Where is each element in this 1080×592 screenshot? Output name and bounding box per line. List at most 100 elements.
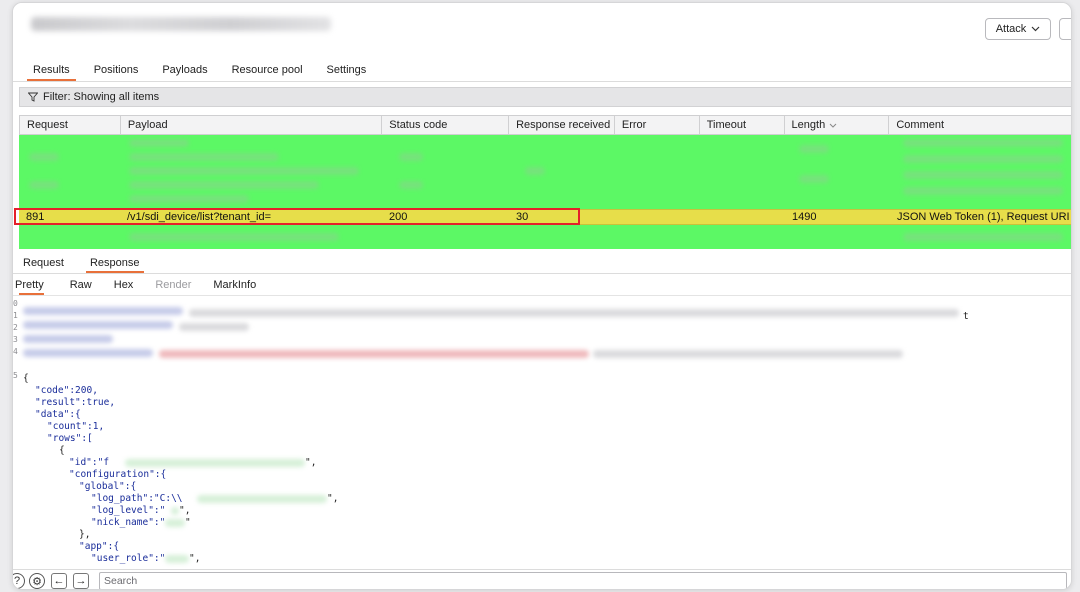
redacted-cell (129, 139, 189, 147)
redacted-cell (799, 175, 829, 183)
redacted-header (23, 321, 173, 329)
tab-settings[interactable]: Settings (315, 59, 379, 81)
json-line: "global":{ (79, 481, 137, 492)
redacted-header (159, 350, 589, 358)
json-line: "rows":[ (47, 433, 93, 444)
redacted-cell (129, 167, 359, 175)
view-tabs: Pretty Raw Hex Render MarkInfo (13, 275, 1071, 295)
column-comment[interactable]: Comment (889, 116, 1071, 134)
json-line: }, (79, 529, 91, 540)
cell-error (615, 210, 700, 225)
redacted-cell (399, 181, 423, 189)
rr-divider (13, 273, 1071, 274)
tab-request[interactable]: Request (13, 253, 74, 273)
tab-render: Render (155, 279, 192, 291)
tab-payloads[interactable]: Payloads (150, 59, 219, 81)
json-line: "user_role":" (91, 553, 166, 564)
help-icon[interactable]: ? (13, 573, 25, 589)
line-number: 5 (13, 371, 18, 380)
redacted-header (593, 350, 903, 358)
search-input[interactable] (99, 572, 1067, 589)
redacted-header (179, 323, 249, 331)
redacted-cell (129, 181, 319, 189)
arrow-left-icon[interactable]: ← (51, 573, 67, 589)
json-line: ", (327, 493, 339, 504)
tab-markinfo[interactable]: MarkInfo (203, 275, 266, 295)
redacted-cell (903, 171, 1063, 179)
results-table-body[interactable]: 891 /v1/sdi_device/list?tenant_id= 200 3… (19, 135, 1071, 249)
column-error[interactable]: Error (615, 116, 700, 134)
cell-length: 1490 (792, 211, 817, 223)
line-number: 1 (13, 311, 18, 320)
redacted-value (165, 519, 185, 527)
line-number: 2 (13, 323, 18, 332)
redacted-cell (799, 145, 829, 153)
response-body[interactable]: 0 1 2 3 4 5 t { "code":200, "result":tru… (13, 297, 1071, 567)
redacted-header (189, 309, 959, 317)
json-line: "app":{ (79, 541, 120, 552)
table-row-highlighted[interactable]: 891 /v1/sdi_device/list?tenant_id= 200 3… (19, 209, 1071, 225)
json-line: "code":200, (35, 385, 98, 396)
tab-raw[interactable]: Raw (60, 275, 102, 295)
redacted-cell (903, 187, 1063, 195)
filter-bar[interactable]: Filter: Showing all items (19, 87, 1071, 107)
request-response-tabs: Request Response (13, 253, 1071, 273)
header-fragment: t (963, 311, 969, 322)
chevron-down-icon (829, 123, 837, 128)
redacted-cell (129, 195, 249, 203)
redacted-title (31, 17, 331, 31)
redacted-cell (129, 153, 279, 161)
redacted-cell (129, 233, 339, 241)
json-line: ", (305, 457, 317, 468)
redacted-cell (903, 155, 1063, 163)
column-payload[interactable]: Payload (121, 116, 383, 134)
column-timeout[interactable]: Timeout (700, 116, 785, 134)
tab-hex[interactable]: Hex (104, 275, 144, 295)
cell-request: 891 (26, 211, 45, 223)
redacted-cell (525, 167, 545, 175)
json-line: ", (179, 505, 191, 516)
json-line: "id":"f (69, 457, 110, 468)
redacted-value (165, 555, 189, 563)
json-line: "result":true, (35, 397, 116, 408)
arrow-right-icon[interactable]: → (73, 573, 89, 589)
redacted-cell (399, 153, 423, 161)
filter-label: Filter: Showing all items (43, 91, 160, 103)
tab-response[interactable]: Response (80, 253, 150, 273)
cell-status-code: 200 (389, 211, 408, 223)
json-line: "configuration":{ (69, 469, 167, 480)
cell-payload: /v1/sdi_device/list?tenant_id= (127, 211, 272, 223)
results-table-header: Request Payload Status code Response rec… (19, 115, 1071, 135)
gear-icon[interactable]: ⚙ (29, 573, 45, 589)
view-divider (13, 295, 1071, 296)
json-line: ", (189, 553, 201, 564)
line-number: 0 (13, 299, 18, 308)
tab-results[interactable]: Results (21, 59, 82, 81)
redacted-header (23, 349, 153, 357)
top-tabs: Results Positions Payloads Resource pool… (13, 59, 1071, 81)
tab-pretty[interactable]: Pretty (13, 275, 50, 295)
title-bar: Attack (13, 3, 1071, 53)
json-line: "data":{ (35, 409, 81, 420)
json-line: "log_level":" (91, 505, 166, 516)
redacted-cell (903, 233, 1063, 241)
column-response-received[interactable]: Response received (509, 116, 615, 134)
json-line: { (23, 373, 29, 384)
redacted-cell (29, 153, 59, 161)
redacted-value (197, 495, 327, 503)
json-line: { (59, 445, 65, 456)
tab-positions[interactable]: Positions (82, 59, 151, 81)
json-line: "nick_name":" (91, 517, 166, 528)
attack-button[interactable]: Attack (985, 18, 1051, 40)
column-length[interactable]: Length (785, 116, 890, 134)
column-request[interactable]: Request (20, 116, 121, 134)
line-number: 3 (13, 335, 18, 344)
filter-icon (28, 92, 38, 102)
intruder-window: Attack Results Positions Payloads Resour… (12, 2, 1072, 590)
tabs-divider (13, 81, 1071, 82)
bottom-bar: ? ⚙ ← → (13, 569, 1071, 589)
column-status-code[interactable]: Status code (382, 116, 510, 134)
extra-button[interactable] (1059, 18, 1071, 40)
tab-resource-pool[interactable]: Resource pool (220, 59, 315, 81)
column-length-label: Length (791, 119, 826, 131)
